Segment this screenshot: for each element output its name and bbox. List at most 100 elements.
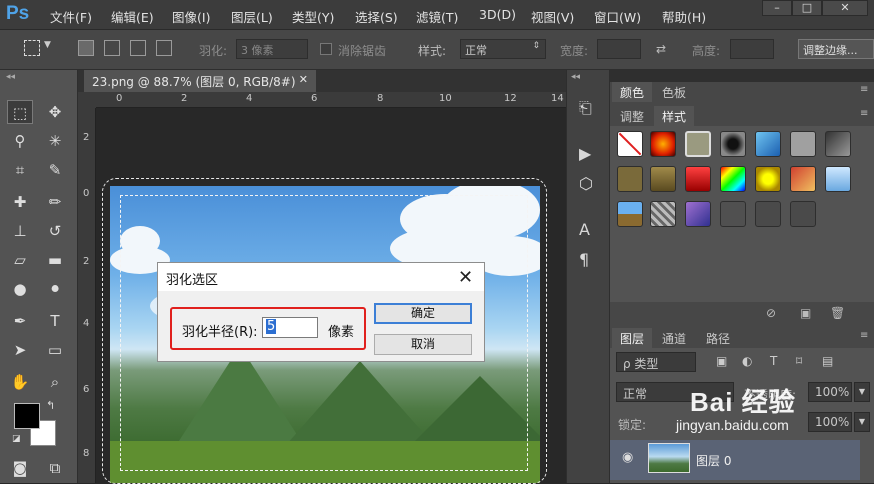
- menu-file[interactable]: 文件(F): [50, 7, 92, 26]
- panel-menu-icon[interactable]: ≡: [860, 330, 868, 341]
- add-selection-icon[interactable]: [104, 40, 120, 56]
- height-input[interactable]: [730, 39, 774, 59]
- filter-type-icon[interactable]: T: [770, 354, 777, 368]
- tab-styles[interactable]: 样式: [654, 106, 695, 126]
- tab-swatches[interactable]: 色板: [654, 82, 694, 102]
- document-tab[interactable]: 23.png @ 88.7% (图层 0, RGB/8#) ✕: [84, 70, 316, 92]
- chevron-down-icon[interactable]: ▼: [44, 40, 51, 50]
- zoom-tool-icon[interactable]: ⌕: [42, 370, 68, 394]
- lasso-tool-icon[interactable]: ⚲: [7, 129, 33, 153]
- stamp-tool-icon[interactable]: ⊥: [7, 219, 33, 243]
- path-select-tool-icon[interactable]: ➤: [7, 338, 33, 362]
- foreground-color-swatch[interactable]: [14, 403, 40, 429]
- style-swatch[interactable]: [755, 166, 781, 192]
- style-swatch[interactable]: [790, 166, 816, 192]
- close-tab-icon[interactable]: ✕: [299, 73, 308, 86]
- eye-visibility-icon[interactable]: ◉: [622, 450, 633, 465]
- style-swatch[interactable]: [790, 131, 816, 157]
- move-tool-icon[interactable]: ✥: [42, 100, 68, 124]
- style-swatch[interactable]: [720, 131, 746, 157]
- pen-tool-icon[interactable]: ✒: [7, 309, 33, 333]
- style-swatch[interactable]: [685, 201, 711, 227]
- style-select[interactable]: 正常 ⇕: [460, 39, 546, 59]
- shape-tool-icon[interactable]: ▭: [42, 338, 68, 362]
- feather-input[interactable]: 3 像素: [236, 39, 308, 59]
- style-swatch[interactable]: [650, 166, 676, 192]
- menu-help[interactable]: 帮助(H): [662, 7, 706, 26]
- menu-window[interactable]: 窗口(W): [594, 7, 641, 26]
- new-selection-icon[interactable]: [78, 40, 94, 56]
- expand-icon[interactable]: ◂◂: [571, 72, 580, 82]
- filter-pixel-icon[interactable]: ▣: [716, 354, 727, 368]
- intersect-selection-icon[interactable]: [156, 40, 172, 56]
- cancel-button[interactable]: 取消: [374, 334, 472, 355]
- filter-adjust-icon[interactable]: ◐: [742, 354, 752, 368]
- quick-mask-icon[interactable]: ◙: [7, 456, 33, 480]
- minimize-button[interactable]: –: [762, 0, 792, 16]
- eyedropper-tool-icon[interactable]: ✎: [42, 158, 68, 182]
- menu-image[interactable]: 图像(I): [172, 7, 210, 26]
- opacity-input[interactable]: 100%: [808, 382, 852, 402]
- style-swatch[interactable]: [790, 201, 816, 227]
- new-style-icon[interactable]: ▣: [800, 306, 811, 320]
- style-swatch[interactable]: [685, 166, 711, 192]
- crop-tool-icon[interactable]: ⌗: [7, 158, 33, 182]
- screen-mode-icon[interactable]: ⧉: [42, 456, 68, 480]
- feather-radius-input[interactable]: 5: [262, 317, 318, 338]
- blur-tool-icon[interactable]: ●: [7, 277, 33, 301]
- style-swatch[interactable]: [825, 131, 851, 157]
- character-panel-icon[interactable]: A: [579, 220, 590, 239]
- dialog-close-icon[interactable]: ✕: [458, 267, 473, 288]
- filter-smart-icon[interactable]: ▤: [822, 354, 833, 368]
- style-swatch[interactable]: [617, 166, 643, 192]
- fill-input[interactable]: 100%: [808, 412, 852, 432]
- menu-edit[interactable]: 编辑(E): [111, 7, 154, 26]
- tab-layers[interactable]: 图层: [612, 328, 653, 348]
- type-tool-icon[interactable]: T: [42, 309, 68, 333]
- gradient-tool-icon[interactable]: ▬: [42, 248, 68, 272]
- menu-layer[interactable]: 图层(L): [231, 7, 273, 26]
- swap-colors-icon[interactable]: ↰: [46, 399, 55, 412]
- style-swatch-none[interactable]: [617, 131, 643, 157]
- style-swatch[interactable]: [617, 201, 643, 227]
- history-brush-tool-icon[interactable]: ↺: [42, 219, 68, 243]
- filter-shape-icon[interactable]: ⌑: [796, 354, 802, 368]
- swap-icon[interactable]: ⇄: [656, 42, 666, 56]
- menu-type[interactable]: 类型(Y): [292, 7, 334, 26]
- opacity-dropdown-icon[interactable]: ▼: [854, 382, 870, 402]
- close-window-button[interactable]: ✕: [822, 0, 868, 16]
- layer-kind-filter[interactable]: ρ 类型: [616, 352, 696, 372]
- panel-menu-icon[interactable]: ≡: [860, 108, 868, 119]
- style-swatch[interactable]: [755, 201, 781, 227]
- fill-dropdown-icon[interactable]: ▼: [854, 412, 870, 432]
- clear-style-icon[interactable]: ⊘: [766, 306, 776, 320]
- history-panel-icon[interactable]: ⎗: [579, 98, 592, 118]
- menu-view[interactable]: 视图(V): [531, 7, 574, 26]
- hand-tool-icon[interactable]: ✋: [7, 370, 33, 394]
- style-swatch[interactable]: [755, 131, 781, 157]
- style-swatch[interactable]: [685, 131, 711, 157]
- magic-wand-tool-icon[interactable]: ✳: [42, 129, 68, 153]
- tab-color[interactable]: 颜色: [612, 82, 653, 102]
- 3d-panel-icon[interactable]: ⬡: [579, 174, 593, 193]
- paragraph-panel-icon[interactable]: ¶: [579, 250, 589, 269]
- menu-filter[interactable]: 滤镜(T): [416, 7, 458, 26]
- tab-paths[interactable]: 路径: [698, 328, 738, 348]
- rect-marquee-tool-icon[interactable]: ⬚: [7, 100, 33, 124]
- menu-select[interactable]: 选择(S): [355, 7, 398, 26]
- ok-button[interactable]: 确定: [374, 303, 472, 324]
- dodge-tool-icon[interactable]: ⚫: [42, 277, 68, 301]
- collapse-icon[interactable]: ◂◂: [6, 72, 15, 82]
- style-swatch[interactable]: [650, 201, 676, 227]
- panel-menu-icon[interactable]: ≡: [860, 84, 868, 95]
- subtract-selection-icon[interactable]: [130, 40, 146, 56]
- trash-icon[interactable]: 🗑: [830, 306, 845, 320]
- restore-button[interactable]: □: [792, 0, 822, 16]
- tab-channels[interactable]: 通道: [654, 328, 694, 348]
- eraser-tool-icon[interactable]: ▱: [7, 248, 33, 272]
- style-swatch[interactable]: [825, 166, 851, 192]
- style-swatch[interactable]: [720, 201, 746, 227]
- healing-brush-tool-icon[interactable]: ✚: [7, 190, 33, 214]
- width-input[interactable]: [597, 39, 641, 59]
- antialias-checkbox[interactable]: [320, 43, 332, 55]
